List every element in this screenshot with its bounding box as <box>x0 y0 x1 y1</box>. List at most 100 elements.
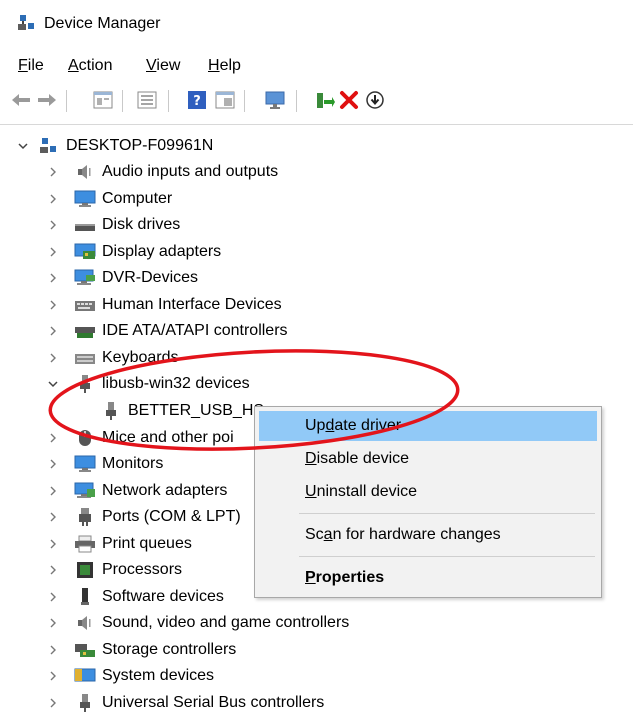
network-adapter-icon <box>74 481 96 501</box>
disable-device-menu-item[interactable]: Disable device <box>259 444 597 474</box>
tree-root-label: DESKTOP-F09961N <box>66 136 214 154</box>
tree-item-storage[interactable]: Storage controllers <box>46 636 236 663</box>
tree-item-label: Human Interface Devices <box>102 295 282 313</box>
computer-icon <box>74 189 96 209</box>
tree-item-label: Ports (COM & LPT) <box>102 507 241 525</box>
tree-item-label: Processors <box>102 560 183 578</box>
chevron-right-icon[interactable] <box>46 298 60 312</box>
chevron-right-icon[interactable] <box>46 324 60 338</box>
speaker-icon <box>74 613 96 633</box>
menu-help[interactable]: Help <box>208 57 241 75</box>
tree-item-label: Audio inputs and outputs <box>102 162 279 180</box>
mouse-icon <box>74 428 96 448</box>
tree-item-label: DVR-Devices <box>102 268 199 286</box>
tree-item-label: Software devices <box>102 587 224 605</box>
storage-controller-icon <box>74 640 96 660</box>
scan-hardware-menu-item[interactable]: Scan for hardware changes <box>259 520 597 550</box>
printer-icon <box>74 534 96 554</box>
tree-item-label: Network adapters <box>102 481 228 499</box>
chevron-right-icon[interactable] <box>46 696 60 710</box>
chevron-right-icon[interactable] <box>46 510 60 524</box>
chevron-right-icon[interactable] <box>46 431 60 445</box>
tree-item-label: libusb-win32 devices <box>102 374 250 392</box>
monitor-icon <box>74 454 96 474</box>
tree-item-dvr-devices[interactable]: DVR-Devices <box>46 264 198 291</box>
chevron-right-icon[interactable] <box>46 192 60 206</box>
svg-text:?: ? <box>193 94 201 109</box>
update-driver-menu-item[interactable]: Update driver <box>259 411 597 441</box>
monitor-icon[interactable] <box>264 89 286 111</box>
tree-item-better-usb-hs[interactable]: BETTER_USB_HS <box>100 397 264 424</box>
properties-menu-item[interactable]: Properties <box>259 563 597 593</box>
menu-file[interactable]: File <box>18 57 44 75</box>
chevron-right-icon[interactable] <box>46 218 60 232</box>
tree-item-label: Keyboards <box>102 348 179 366</box>
uninstall-icon[interactable] <box>338 89 360 111</box>
chevron-right-icon[interactable] <box>46 669 60 683</box>
chevron-right-icon[interactable] <box>46 351 60 365</box>
ide-controller-icon <box>74 321 96 341</box>
tree-item-network-adapters[interactable]: Network adapters <box>46 477 227 504</box>
chevron-right-icon[interactable] <box>46 457 60 471</box>
device-manager-icon <box>18 14 36 32</box>
chevron-down-icon[interactable] <box>46 377 60 391</box>
properties-icon[interactable] <box>92 89 114 111</box>
menu-view[interactable]: View <box>146 57 180 75</box>
chevron-right-icon[interactable] <box>46 484 60 498</box>
uninstall-device-menu-item[interactable]: Uninstall device <box>259 477 597 507</box>
tree-item-processors[interactable]: Processors <box>46 556 182 583</box>
tree-item-label: Storage controllers <box>102 640 237 658</box>
chevron-right-icon[interactable] <box>46 590 60 604</box>
tree-item-software-devices[interactable]: Software devices <box>46 583 224 610</box>
tree-item-computer[interactable]: Computer <box>46 185 172 212</box>
menu-action[interactable]: Action <box>68 57 112 75</box>
keyboard-icon <box>74 348 96 368</box>
context-menu: Update driver Disable device Uninstall d… <box>254 406 602 598</box>
tree-item-label: Mice and other poi <box>102 428 234 446</box>
tree-item-label: IDE ATA/ATAPI controllers <box>102 321 288 339</box>
tree-item-usb-controllers[interactable]: Universal Serial Bus controllers <box>46 689 324 716</box>
update-driver-icon[interactable] <box>314 89 336 111</box>
help-icon[interactable]: ? <box>186 89 208 111</box>
chevron-right-icon[interactable] <box>46 537 60 551</box>
tree-item-mice[interactable]: Mice and other poi <box>46 424 234 451</box>
tree-item-hid[interactable]: Human Interface Devices <box>46 291 282 318</box>
tree-item-monitors[interactable]: Monitors <box>46 450 163 477</box>
dvr-icon <box>74 268 96 288</box>
tree-item-ide[interactable]: IDE ATA/ATAPI controllers <box>46 317 288 344</box>
usb-plug-icon <box>100 401 122 421</box>
chevron-right-icon[interactable] <box>46 643 60 657</box>
tree-root[interactable]: DESKTOP-F09961N <box>16 132 213 159</box>
back-arrow-icon[interactable] <box>10 89 32 111</box>
update-icon[interactable] <box>136 89 158 111</box>
chevron-down-icon[interactable] <box>16 139 30 153</box>
tree-item-keyboards[interactable]: Keyboards <box>46 344 179 371</box>
tree-item-ports[interactable]: Ports (COM & LPT) <box>46 503 241 530</box>
tree-item-sound[interactable]: Sound, video and game controllers <box>46 609 349 636</box>
tree-item-label: Universal Serial Bus controllers <box>102 693 325 711</box>
processor-icon <box>74 560 96 580</box>
tree-item-label: BETTER_USB_HS <box>128 401 265 419</box>
tree-item-audio[interactable]: Audio inputs and outputs <box>46 158 278 185</box>
tree-item-system-devices[interactable]: System devices <box>46 662 214 689</box>
display-adapter-icon <box>74 242 96 262</box>
tree-item-label: Display adapters <box>102 242 222 260</box>
tree-item-label: Monitors <box>102 454 164 472</box>
speaker-icon <box>74 162 96 182</box>
chevron-right-icon[interactable] <box>46 616 60 630</box>
show-hidden-icon[interactable] <box>214 89 236 111</box>
forward-arrow-icon[interactable] <box>36 89 58 111</box>
computer-tower-icon <box>38 136 60 156</box>
toolbar: ? <box>10 86 630 116</box>
usb-plug-icon <box>74 374 96 394</box>
chevron-right-icon[interactable] <box>46 271 60 285</box>
download-icon[interactable] <box>364 89 386 111</box>
tree-item-disk-drives[interactable]: Disk drives <box>46 211 180 238</box>
chevron-right-icon[interactable] <box>46 563 60 577</box>
tree-item-display-adapters[interactable]: Display adapters <box>46 238 221 265</box>
tree-item-libusb[interactable]: libusb-win32 devices <box>46 370 250 397</box>
tree-item-print-queues[interactable]: Print queues <box>46 530 192 557</box>
chevron-right-icon[interactable] <box>46 245 60 259</box>
menu-bar: File Action View Help <box>0 52 633 80</box>
chevron-right-icon[interactable] <box>46 165 60 179</box>
